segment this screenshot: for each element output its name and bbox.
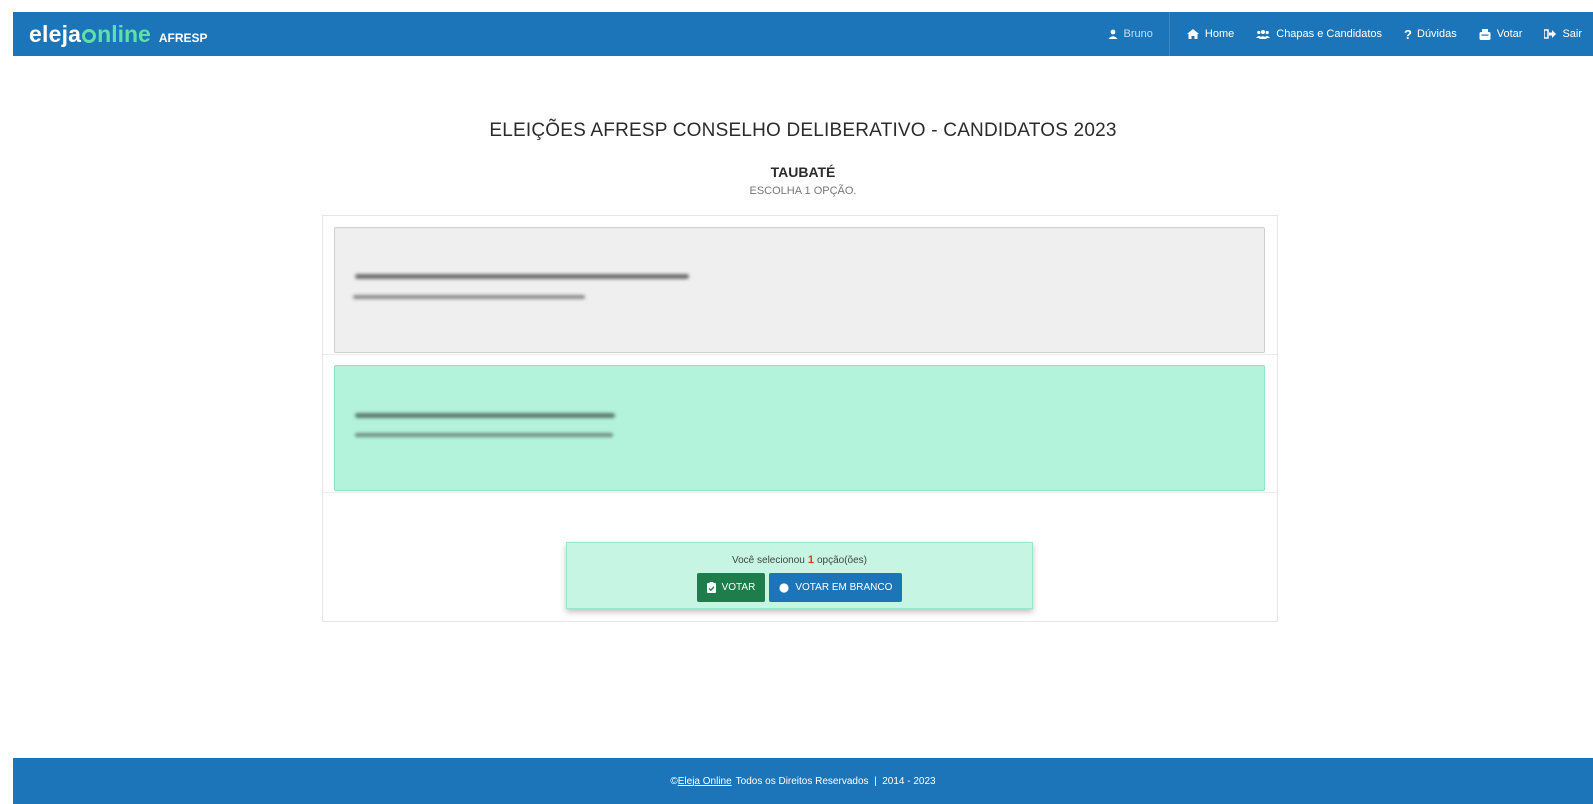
nav-item-votar-label: Votar bbox=[1496, 28, 1523, 40]
brand-check-icon bbox=[82, 29, 97, 43]
question-icon: ? bbox=[1404, 26, 1412, 42]
nav-item-votar[interactable]: Votar bbox=[1468, 12, 1534, 56]
vote-button[interactable]: VOTAR bbox=[696, 573, 766, 602]
candidate-option-1[interactable] bbox=[334, 227, 1265, 353]
nav-item-chapas-label: Chapas e Candidatos bbox=[1276, 28, 1383, 40]
nav-user[interactable]: Bruno bbox=[1097, 12, 1170, 56]
candidate-option-2-selected[interactable] bbox=[334, 365, 1265, 491]
summary-text-before: Você selecionou bbox=[732, 555, 805, 566]
user-icon bbox=[1108, 29, 1118, 39]
copyright-symbol: © bbox=[670, 775, 678, 787]
page-title: ELEIÇÕES AFRESP CONSELHO DELIBERATIVO - … bbox=[489, 120, 1117, 141]
vote-button-label: VOTAR bbox=[721, 582, 756, 593]
nav-user-label: Bruno bbox=[1123, 28, 1153, 40]
selection-summary: Você selecionou 1 opção(ões) bbox=[567, 554, 1032, 566]
footer-link-eleja-online[interactable]: Eleja Online bbox=[678, 776, 732, 787]
nav-menu: Bruno Home Chapas e Candidatos ? Dúvidas… bbox=[1097, 12, 1593, 56]
sign-out-icon bbox=[1544, 29, 1557, 39]
users-icon bbox=[1256, 30, 1271, 39]
brand-logo[interactable]: eleja nline AFRESP bbox=[29, 21, 208, 48]
footer-copyright-text: Todos os Direitos Reservados | 2014 - 20… bbox=[735, 775, 936, 787]
selection-instruction: ESCOLHA 1 OPÇÃO. bbox=[749, 185, 857, 197]
redacted-candidate-detail bbox=[353, 295, 585, 299]
page: eleja nline AFRESP Bruno Home Chapas e C… bbox=[13, 12, 1593, 804]
vote-blank-button-label: VOTAR EM BRANCO bbox=[795, 582, 893, 593]
nav-item-sair-label: Sair bbox=[1562, 28, 1582, 40]
ballot-box-icon bbox=[1479, 28, 1491, 40]
footer: © Eleja Online Todos os Direitos Reservado… bbox=[13, 758, 1593, 804]
nav-item-home[interactable]: Home bbox=[1176, 12, 1245, 56]
home-icon bbox=[1186, 29, 1199, 39]
brand-tag: AFRESP bbox=[158, 31, 208, 45]
option-divider bbox=[323, 354, 1277, 355]
vote-actions: VOTAR VOTAR EM BRANCO bbox=[567, 573, 1032, 602]
nav-item-duvidas-label: Dúvidas bbox=[1417, 28, 1457, 40]
redacted-candidate-detail bbox=[355, 433, 613, 437]
nav-item-home-label: Home bbox=[1204, 28, 1235, 40]
region-title: TAUBATÉ bbox=[770, 164, 836, 180]
brand-name-right: nline bbox=[97, 21, 151, 47]
brand-name-left: eleja bbox=[29, 21, 82, 47]
top-navbar: eleja nline AFRESP Bruno Home Chapas e C… bbox=[13, 12, 1593, 56]
redacted-candidate-name bbox=[355, 274, 689, 279]
nav-item-sair[interactable]: Sair bbox=[1533, 12, 1593, 56]
vote-summary-box: Você selecionou 1 opção(ões) VOTAR VOTAR E… bbox=[566, 542, 1033, 609]
redacted-candidate-name bbox=[355, 413, 615, 418]
summary-text-after: opção(ões) bbox=[816, 555, 867, 566]
nav-item-chapas[interactable]: Chapas e Candidatos bbox=[1245, 12, 1393, 56]
options-panel: Você selecionou 1 opção(ões) VOTAR VOTAR E… bbox=[322, 215, 1278, 622]
vote-blank-button[interactable]: VOTAR EM BRANCO bbox=[769, 573, 903, 602]
selected-count: 1 bbox=[807, 554, 814, 566]
circle-icon bbox=[779, 582, 789, 593]
clipboard-check-icon bbox=[706, 582, 716, 593]
option-divider bbox=[323, 492, 1277, 493]
nav-item-duvidas[interactable]: ? Dúvidas bbox=[1393, 12, 1468, 56]
